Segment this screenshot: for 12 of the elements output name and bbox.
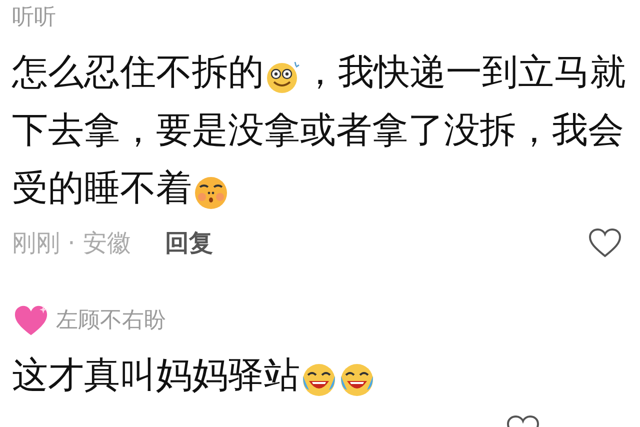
comment-text: 怎么忍住不拆的 ，我快递一到立马就下去拿，要是没拿或者拿了没拆，我会受的睡不着: [10, 51, 627, 213]
username[interactable]: 左顾不右盼: [56, 303, 166, 339]
like-icon[interactable]: [588, 228, 622, 258]
laughing-crying-face-icon: [301, 362, 337, 398]
sleepy-face-icon: [193, 175, 229, 211]
laughing-crying-face-icon: [339, 362, 375, 398]
heart-icon: [12, 304, 50, 338]
username[interactable]: 听听: [12, 0, 56, 36]
comment-text: 这才真叫妈妈驿站: [0, 347, 638, 405]
reply-button[interactable]: 回复: [164, 227, 213, 259]
time-location: 刚刚 · 安徽: [12, 228, 131, 259]
smiling-face-icon: [265, 59, 301, 95]
